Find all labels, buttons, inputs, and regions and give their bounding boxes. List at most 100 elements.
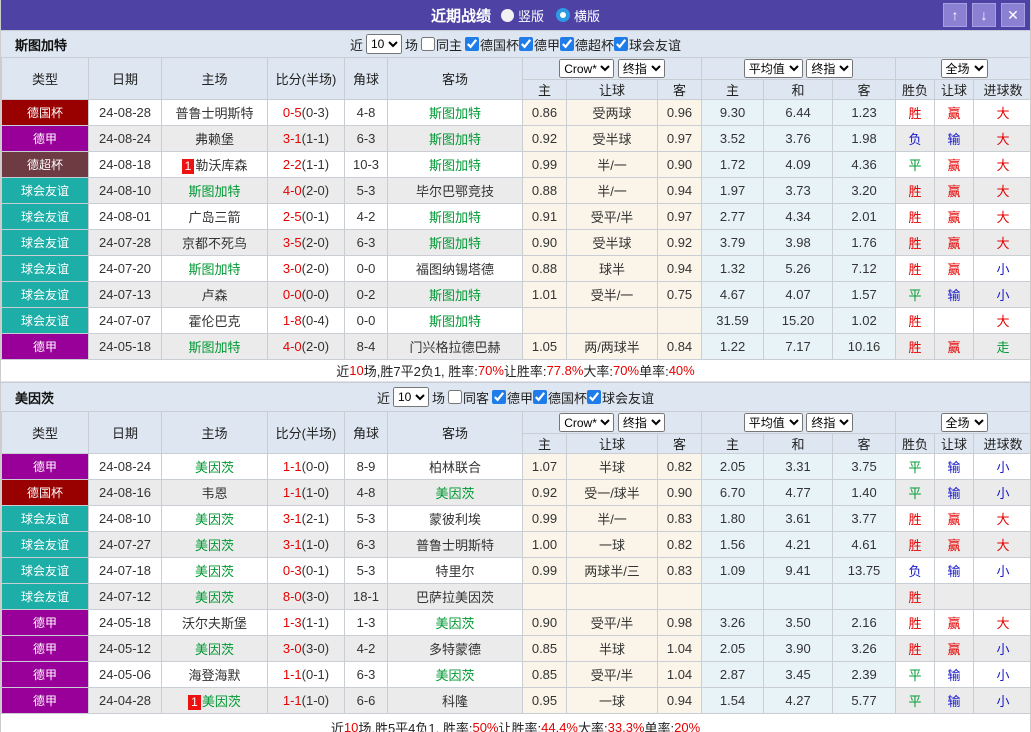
cell-odds-handicap: 半/一 (567, 178, 658, 204)
cell-home-team: 1勒沃库森 (162, 152, 268, 178)
fulltime-select[interactable]: 全场 (941, 413, 988, 432)
summary-stat-label: 让胜率: (504, 361, 547, 380)
same-venue-option[interactable]: 同主 (421, 35, 462, 54)
radio-icon[interactable] (501, 9, 514, 22)
cell-result-wdl: 胜 (896, 610, 935, 636)
section-header: 美因茨 近 10 场 同客 德甲德国杯球会友谊 (1, 382, 1030, 411)
cell-home-team: 沃尔夫斯堡 (162, 610, 268, 636)
league-checkbox-option[interactable]: 球会友谊 (587, 388, 654, 407)
cell-date: 24-08-01 (89, 204, 162, 230)
league-checkbox-option[interactable]: 德甲 (519, 35, 560, 54)
fulltime-select[interactable]: 全场 (941, 59, 988, 78)
summary-stat-label: 让胜率: (499, 718, 542, 732)
league-checkbox[interactable] (587, 390, 601, 404)
cell-date: 24-08-24 (89, 454, 162, 480)
cell-avg-away: 2.16 (833, 610, 896, 636)
col-odds-handicap: 让球 (567, 434, 658, 454)
league-checkbox-option[interactable]: 德甲 (492, 388, 533, 407)
cell-avg-away (833, 584, 896, 610)
cell-corner: 0-0 (345, 256, 388, 282)
cell-result-handicap: 输 (935, 688, 974, 714)
final-odds-select-2[interactable]: 终指 (806, 59, 853, 78)
close-button[interactable]: ✕ (1001, 3, 1025, 27)
cell-avg-away: 1.98 (833, 126, 896, 152)
cell-score: 1-1(1-0) (268, 480, 345, 506)
cell-corner: 8-9 (345, 454, 388, 480)
radio-icon-selected[interactable] (556, 8, 570, 22)
cell-result-wdl: 平 (896, 480, 935, 506)
col-avg-home: 主 (702, 80, 764, 100)
cell-odds-handicap: 受一/球半 (567, 480, 658, 506)
bookmaker-select[interactable]: Crow* (559, 59, 614, 78)
cell-odds-home: 0.91 (523, 204, 567, 230)
recent-count-select[interactable]: 10 (393, 387, 429, 407)
bookmaker-select[interactable]: Crow* (559, 413, 614, 432)
cell-avg-away: 5.77 (833, 688, 896, 714)
recent-count-select[interactable]: 10 (366, 34, 402, 54)
league-checkbox[interactable] (465, 37, 479, 51)
cell-home-team: 霍伦巴克 (162, 308, 268, 334)
same-venue-checkbox[interactable] (448, 390, 462, 404)
radio-horizontal-label: 横版 (574, 6, 600, 25)
cell-avg-home: 2.05 (702, 454, 764, 480)
cell-odds-away: 0.90 (658, 152, 702, 178)
col-odds-home: 主 (523, 434, 567, 454)
cell-home-team: 美因茨 (162, 636, 268, 662)
cell-date: 24-07-07 (89, 308, 162, 334)
move-down-button[interactable]: ↓ (972, 3, 996, 27)
cell-away-team: 蒙彼利埃 (388, 506, 523, 532)
col-date: 日期 (89, 58, 162, 100)
summary-stat-value: 44.4% (541, 720, 578, 732)
cell-result-handicap: 赢 (935, 532, 974, 558)
league-checkbox[interactable] (614, 37, 628, 51)
cell-result-handicap: 输 (935, 558, 974, 584)
league-checkbox-option[interactable]: 德国杯 (533, 388, 587, 407)
move-up-button[interactable]: ↑ (943, 3, 967, 27)
radio-vertical-layout[interactable]: 竖版 (501, 6, 544, 25)
final-odds-select[interactable]: 终指 (618, 413, 665, 432)
cell-avg-home: 3.26 (702, 610, 764, 636)
final-odds-select-2[interactable]: 终指 (806, 413, 853, 432)
cell-away-team: 福图纳锡塔德 (388, 256, 523, 282)
cell-odds-away: 0.90 (658, 480, 702, 506)
cell-score: 3-0(2-0) (268, 256, 345, 282)
summary-stat-label: 场,胜7平2负1, 胜率: (364, 361, 478, 380)
same-venue-option[interactable]: 同客 (448, 388, 489, 407)
league-checkbox-option[interactable]: 球会友谊 (614, 35, 681, 54)
league-checkbox[interactable] (560, 37, 574, 51)
cell-result-goals: 小 (974, 480, 1031, 506)
league-checkbox-option[interactable]: 德超杯 (560, 35, 614, 54)
cell-result-handicap: 赢 (935, 178, 974, 204)
cell-away-team: 巴萨拉美因茨 (388, 584, 523, 610)
league-checkbox[interactable] (519, 37, 533, 51)
league-checkbox[interactable] (492, 390, 506, 404)
cell-avg-draw: 3.50 (764, 610, 833, 636)
cell-result-handicap: 赢 (935, 506, 974, 532)
cell-odds-home: 0.88 (523, 178, 567, 204)
cell-score: 1-1(0-0) (268, 454, 345, 480)
match-row: 球会友谊24-07-12美因茨8-0(3-0)18-1巴萨拉美因茨胜 (2, 584, 1031, 610)
cell-result-wdl: 胜 (896, 334, 935, 360)
cell-odds-home: 0.99 (523, 152, 567, 178)
cell-date: 24-08-16 (89, 480, 162, 506)
cell-odds-away: 0.83 (658, 506, 702, 532)
cell-result-handicap: 输 (935, 480, 974, 506)
match-row: 德国杯24-08-16韦恩1-1(1-0)4-8美因茨0.92受一/球半0.90… (2, 480, 1031, 506)
cell-away-team: 科隆 (388, 688, 523, 714)
league-checkbox-option[interactable]: 德国杯 (465, 35, 519, 54)
col-result-wdl: 胜负 (896, 80, 935, 100)
cell-result-goals: 大 (974, 532, 1031, 558)
same-venue-checkbox[interactable] (421, 37, 435, 51)
cell-away-team: 斯图加特 (388, 126, 523, 152)
cell-avg-draw: 6.44 (764, 100, 833, 126)
cell-odds-home: 0.99 (523, 558, 567, 584)
final-odds-select[interactable]: 终指 (618, 59, 665, 78)
bookmaker-select-group: Crow* 终指 (523, 58, 702, 80)
average-select[interactable]: 平均值 (744, 59, 803, 78)
radio-horizontal-layout[interactable]: 横版 (556, 6, 600, 25)
cell-odds-away: 0.98 (658, 610, 702, 636)
average-select[interactable]: 平均值 (744, 413, 803, 432)
cell-date: 24-08-10 (89, 506, 162, 532)
cell-odds-home: 1.00 (523, 532, 567, 558)
league-checkbox[interactable] (533, 390, 547, 404)
